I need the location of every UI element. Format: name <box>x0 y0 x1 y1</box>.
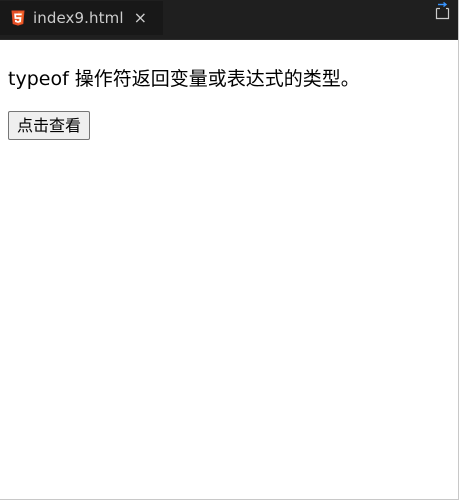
description-text: typeof 操作符返回变量或表达式的类型。 <box>8 68 360 90</box>
editor-preview-window: index9.html × typeof 操作符返回变量或表达式的类型。 点击查… <box>0 0 459 500</box>
html5-icon <box>10 10 26 26</box>
tab-index9-html[interactable]: index9.html × <box>0 0 163 35</box>
close-icon[interactable]: × <box>134 10 147 26</box>
tab-label: index9.html <box>33 9 124 27</box>
page-content: typeof 操作符返回变量或表达式的类型。 点击查看 <box>0 40 458 140</box>
tab-bar: index9.html × <box>0 0 458 40</box>
open-changes-icon[interactable] <box>434 1 452 20</box>
view-button[interactable]: 点击查看 <box>8 111 91 140</box>
